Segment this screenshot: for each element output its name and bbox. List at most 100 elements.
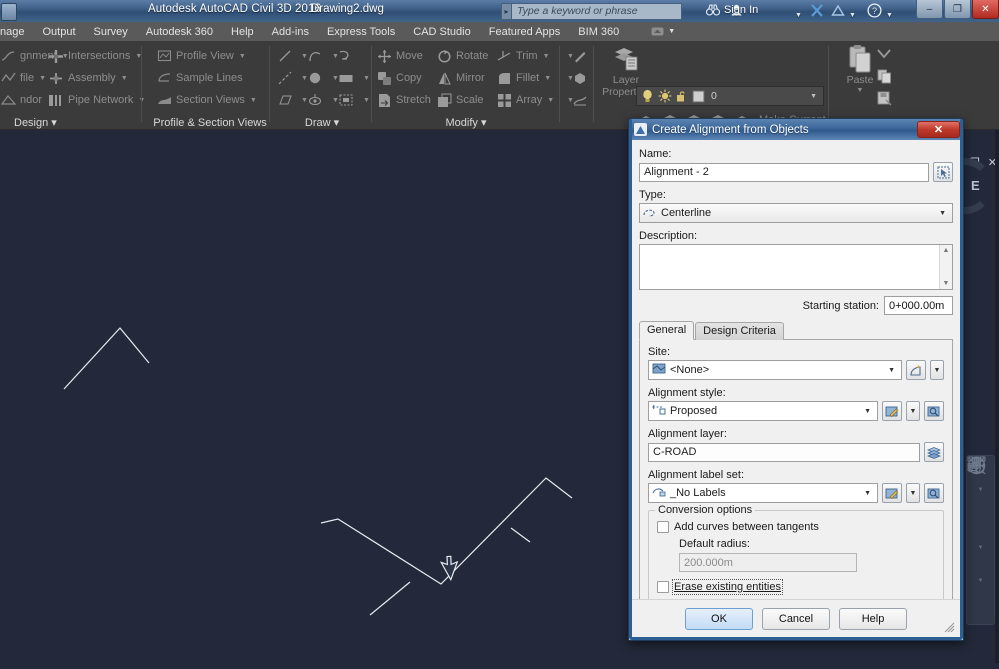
minimize-button[interactable]: – (916, 0, 943, 19)
create-site-button[interactable] (906, 360, 926, 380)
cut-to-clipboard-icon[interactable] (874, 88, 894, 108)
scroll-up-icon[interactable]: ▲ (943, 247, 950, 254)
ribbon-display-options-icon[interactable]: ▼ (642, 22, 684, 42)
copy-clip-icon[interactable] (874, 66, 894, 86)
ribbon-button-stretch[interactable]: Stretch (376, 92, 431, 108)
dialog-title-bar[interactable]: Create Alignment from Objects ✕ (629, 119, 963, 140)
chevron-down-icon[interactable]: ▼ (543, 53, 550, 60)
sign-in-caret-icon[interactable]: ▼ (795, 6, 802, 20)
ribbon-tab-add-ins[interactable]: Add-ins (263, 22, 318, 42)
tab-design-criteria[interactable]: Design Criteria (695, 322, 784, 340)
layer-color-swatch-icon[interactable] (690, 88, 707, 104)
ribbon-button-corridor[interactable]: ndor (0, 92, 42, 108)
clipboard-expand-icon[interactable] (874, 44, 894, 64)
orbit-icon[interactable] (967, 456, 992, 576)
draw-rectangle-icon[interactable] (336, 68, 356, 88)
ribbon-button-move[interactable]: Move (376, 48, 423, 64)
name-input[interactable]: Alignment - 2 (639, 162, 929, 182)
help-button[interactable]: Help (839, 607, 907, 630)
dialog-close-button[interactable]: ✕ (917, 121, 960, 138)
ribbon-tab-help[interactable]: Help (222, 22, 263, 42)
navbar-caret-1[interactable]: ▼ (978, 487, 984, 493)
pick-in-drawing-icon[interactable] (933, 162, 953, 182)
navbar-caret-2[interactable]: ▼ (978, 545, 984, 551)
chevron-down-icon[interactable]: ▼ (363, 75, 370, 82)
alignment-style-dropdown[interactable]: ▼ (906, 401, 920, 421)
edit-label-set-button[interactable] (882, 483, 902, 503)
ribbon-button-fillet[interactable]: Fillet ▼ (496, 70, 551, 86)
alignment-style-select[interactable]: Proposed ▼ (648, 401, 878, 421)
sign-in-button[interactable]: Sign In (724, 4, 758, 16)
ribbon-button-sample-lines[interactable]: Sample Lines (156, 70, 243, 86)
layers-stack-icon[interactable] (924, 442, 944, 462)
navbar-caret-3[interactable]: ▼ (978, 578, 984, 584)
alignment-label-set-select[interactable]: _No Labels ▼ (648, 483, 878, 503)
preview-alignment-style-button[interactable] (924, 401, 944, 421)
erase-existing-checkbox[interactable] (657, 581, 669, 593)
zoom-extents-icon[interactable] (968, 457, 992, 543)
ribbon-button-scale[interactable]: Scale (436, 92, 484, 108)
draw-polyline-icon[interactable] (336, 46, 356, 66)
preview-label-set-button[interactable] (924, 483, 944, 503)
ribbon-tab-survey[interactable]: Survey (85, 22, 137, 42)
chevron-down-icon[interactable]: ▼ (544, 75, 551, 82)
showmotion-icon[interactable] (967, 456, 992, 609)
layer-unlock-icon[interactable] (673, 88, 690, 104)
add-curves-row[interactable]: Add curves between tangents (657, 521, 935, 533)
description-scrollbar[interactable]: ▲ ▼ (939, 245, 952, 289)
draw-arc-icon[interactable] (305, 46, 325, 66)
ribbon-tab-manage[interactable]: nage (0, 22, 33, 42)
chevron-down-icon[interactable]: ▼ (810, 93, 821, 100)
view-cube-face-label[interactable]: E (971, 178, 980, 193)
chevron-down-icon[interactable]: ▼ (547, 97, 554, 104)
navigation-bar[interactable]: ▼ ▼ ▼ (966, 455, 995, 625)
ribbon-tab-output[interactable]: Output (33, 22, 84, 42)
ribbon-panel-label-design[interactable]: Design ▾ (0, 116, 137, 129)
ribbon-tab-express-tools[interactable]: Express Tools (318, 22, 404, 42)
chevron-down-icon[interactable]: ▼ (864, 490, 874, 497)
draw-hatch-icon[interactable] (275, 90, 295, 110)
binoculars-search-icon[interactable] (705, 4, 721, 19)
chevron-down-icon[interactable]: ▼ (857, 85, 864, 97)
ribbon-tab-featured-apps[interactable]: Featured Apps (480, 22, 570, 42)
current-layer-combo[interactable]: 0 ▼ (636, 86, 824, 106)
chevron-down-icon[interactable]: ▼ (39, 75, 46, 82)
ribbon-tab-autodesk-360[interactable]: Autodesk 360 (137, 22, 222, 42)
site-select[interactable]: <None> ▼ (648, 360, 902, 380)
add-curves-checkbox[interactable] (657, 521, 669, 533)
scroll-down-icon[interactable]: ▼ (943, 280, 950, 287)
ribbon-panel-label-draw[interactable]: Draw ▾ (272, 116, 372, 129)
ok-button[interactable]: OK (685, 607, 753, 630)
chevron-down-icon[interactable]: ▼ (239, 53, 246, 60)
edit-polyline-icon[interactable] (570, 46, 590, 66)
draw-block-icon[interactable] (336, 90, 356, 110)
application-menu-button[interactable] (1, 2, 17, 21)
draw-circle-icon[interactable] (305, 68, 325, 88)
exchange-apps-icon[interactable] (810, 4, 824, 20)
ribbon-button-assembly[interactable]: Assembly ▼ (48, 70, 128, 86)
ribbon-tab-cad-studio[interactable]: CAD Studio (404, 22, 479, 42)
cancel-button[interactable]: Cancel (762, 607, 830, 630)
ribbon-button-mirror[interactable]: Mirror (436, 70, 485, 86)
label-set-dropdown[interactable]: ▼ (906, 483, 920, 503)
ribbon-button-array[interactable]: Array ▼ (496, 92, 554, 108)
create-alignment-dialog[interactable]: Create Alignment from Objects ✕ Name: Al… (628, 118, 964, 641)
ribbon-panel-label-modify[interactable]: Modify ▾ (374, 116, 558, 129)
ribbon-button-section-views[interactable]: Section Views ▼ (156, 92, 257, 108)
draw-gradient-icon[interactable] (305, 90, 325, 110)
ribbon-button-trim[interactable]: Trim ▼ (496, 48, 550, 64)
starting-station-input[interactable]: 0+000.00m (884, 296, 953, 315)
erase-existing-row[interactable]: Erase existing entities (657, 579, 935, 595)
close-window-button[interactable]: ✕ (972, 0, 999, 19)
dialog-resize-grip[interactable] (944, 622, 955, 633)
autodesk-logo-icon[interactable] (831, 4, 845, 20)
ribbon-button-profile[interactable]: file ▼ (0, 70, 46, 86)
draw-construction-line-icon[interactable] (275, 68, 295, 88)
solid-edit-icon[interactable] (570, 68, 590, 88)
ribbon-button-profile-view[interactable]: Profile View ▼ (156, 48, 246, 64)
description-textarea[interactable]: ▲ ▼ (639, 244, 953, 290)
ribbon-button-pipe-network[interactable]: Pipe Network ▼ (48, 92, 145, 108)
type-select[interactable]: Centerline ▼ (639, 203, 953, 223)
chevron-down-icon[interactable]: ▼ (121, 75, 128, 82)
help-icon[interactable]: ? (867, 3, 882, 21)
